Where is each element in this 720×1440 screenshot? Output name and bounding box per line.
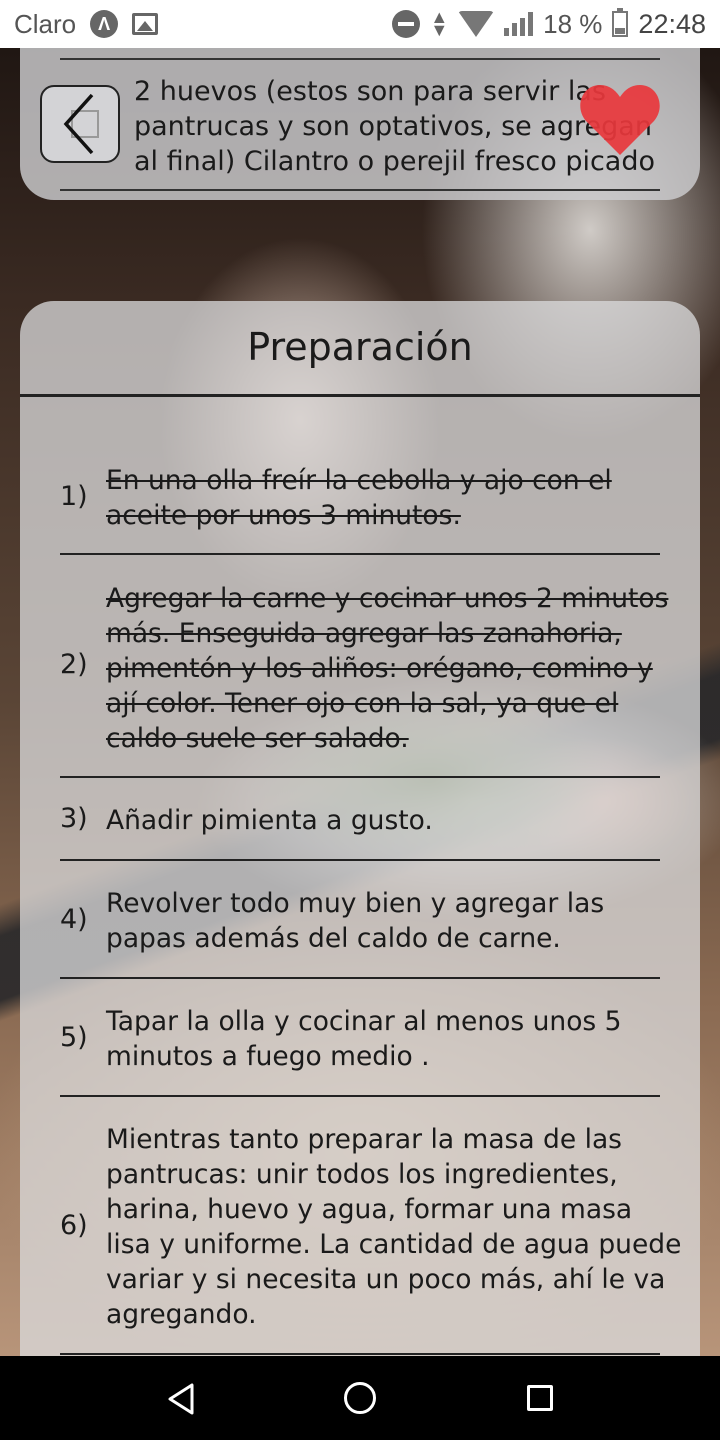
step-item[interactable]: 2) Agregar la carne y cocinar unos 2 min… bbox=[60, 579, 670, 754]
step-text: En una olla freír la cebolla y ajo con e… bbox=[106, 465, 612, 531]
heart-icon[interactable] bbox=[578, 83, 662, 157]
square-recents-icon[interactable] bbox=[527, 1385, 553, 1411]
step-number: 3) bbox=[60, 803, 88, 834]
circle-home-icon[interactable] bbox=[344, 1382, 376, 1414]
triangle-back-icon[interactable] bbox=[166, 1382, 196, 1416]
preparation-card: Preparación 1) En una olla freír la cebo… bbox=[20, 301, 700, 1356]
section-title: Preparación bbox=[247, 325, 473, 369]
chevron-left-icon bbox=[63, 93, 99, 155]
step-item[interactable]: 3) Añadir pimienta a gusto. bbox=[60, 803, 670, 843]
ingredients-card: 2 huevos (estos son para servir las pant… bbox=[20, 48, 700, 200]
app-notification-icon: Λ bbox=[90, 10, 119, 38]
carrier-label: Claro bbox=[14, 8, 77, 39]
step-number: 1) bbox=[60, 481, 88, 512]
back-button[interactable] bbox=[40, 85, 120, 163]
divider bbox=[60, 1353, 660, 1355]
divider bbox=[60, 977, 660, 979]
battery-percent: 18 % bbox=[543, 8, 603, 39]
status-bar: Claro Λ ▲ ▼ 18 % 22:48 bbox=[0, 0, 720, 48]
divider bbox=[20, 394, 700, 397]
divider bbox=[60, 1095, 660, 1097]
do-not-disturb-icon bbox=[392, 10, 421, 38]
image-notification-icon bbox=[132, 13, 159, 35]
step-item[interactable]: 5) Tapar la olla y cocinar al menos unos… bbox=[60, 1004, 670, 1074]
divider bbox=[60, 553, 660, 555]
step-text: Mientras tanto preparar la masa de las p… bbox=[106, 1124, 682, 1330]
divider bbox=[60, 859, 660, 861]
data-arrows-icon: ▲ ▼ bbox=[430, 7, 449, 40]
step-text: Revolver todo muy bien y agregar las pap… bbox=[106, 888, 605, 954]
divider bbox=[60, 776, 660, 778]
step-item[interactable]: 1) En una olla freír la cebolla y ajo co… bbox=[60, 461, 670, 531]
signal-icon bbox=[504, 12, 534, 36]
navigation-bar bbox=[0, 1356, 720, 1440]
step-item[interactable]: 4) Revolver todo muy bien y agregar las … bbox=[60, 886, 670, 956]
step-item[interactable]: 6) Mientras tanto preparar la masa de la… bbox=[60, 1122, 681, 1332]
step-text: Añadir pimienta a gusto. bbox=[106, 805, 433, 836]
battery-icon bbox=[612, 8, 629, 37]
step-number: 5) bbox=[60, 1022, 88, 1053]
step-text: Agregar la carne y cocinar unos 2 minuto… bbox=[106, 583, 669, 754]
step-number: 4) bbox=[60, 904, 88, 935]
step-number: 6) bbox=[60, 1210, 88, 1241]
step-text: Tapar la olla y cocinar al menos unos 5 … bbox=[106, 1006, 622, 1072]
wifi-icon bbox=[458, 11, 495, 37]
divider bbox=[60, 58, 660, 60]
clock: 22:48 bbox=[638, 8, 706, 39]
divider bbox=[60, 189, 660, 191]
step-number: 2) bbox=[60, 649, 88, 680]
